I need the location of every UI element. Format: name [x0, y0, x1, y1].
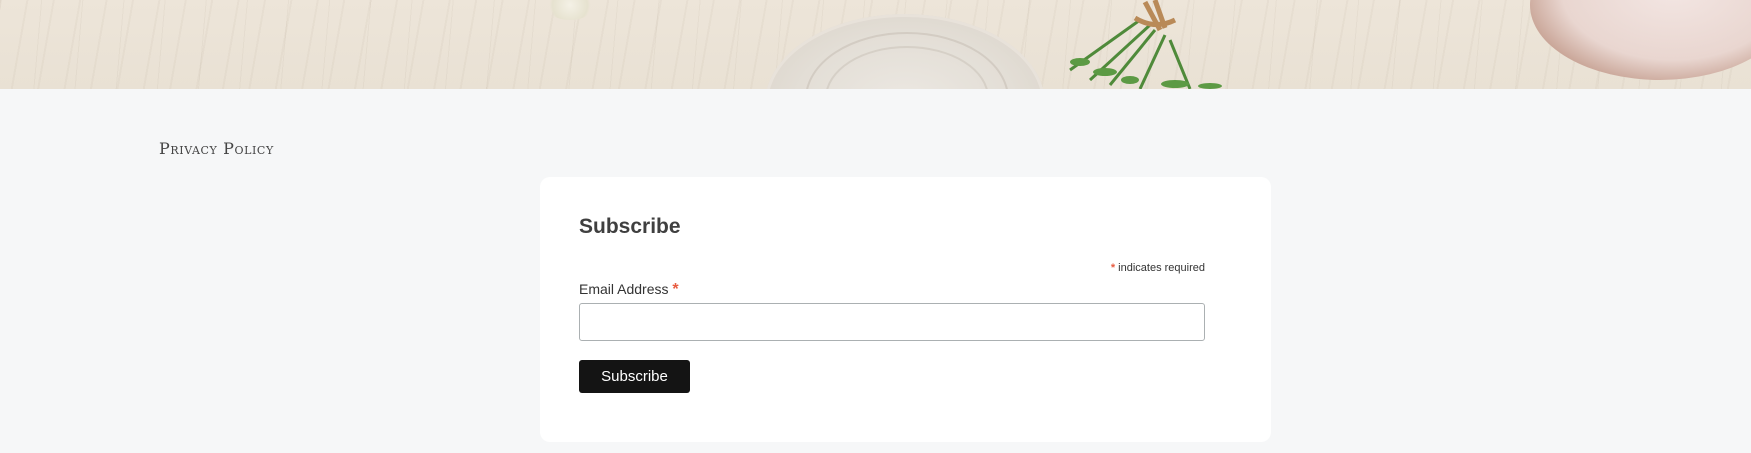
email-input[interactable] — [579, 303, 1205, 341]
required-note-text: indicates required — [1118, 262, 1205, 274]
required-note: * indicates required — [1111, 262, 1205, 274]
hero-banner-image — [0, 0, 1751, 89]
ceramic-bowl-decoration — [765, 14, 1045, 89]
privacy-policy-link[interactable]: Privacy Policy — [159, 139, 274, 158]
email-label: Email Address * — [579, 281, 679, 299]
herb-bundle-decoration — [1069, 0, 1222, 89]
subscribe-form-card: Subscribe * indicates required Email Add… — [540, 177, 1271, 442]
subscribe-title: Subscribe — [579, 215, 681, 238]
salt-bowl-decoration — [1530, 0, 1751, 80]
required-asterisk: * — [1110, 262, 1116, 274]
email-required-asterisk: * — [672, 281, 679, 298]
flower-decoration — [545, 0, 595, 20]
subscribe-button[interactable]: Subscribe — [579, 360, 690, 393]
email-label-text: Email Address — [579, 281, 669, 297]
